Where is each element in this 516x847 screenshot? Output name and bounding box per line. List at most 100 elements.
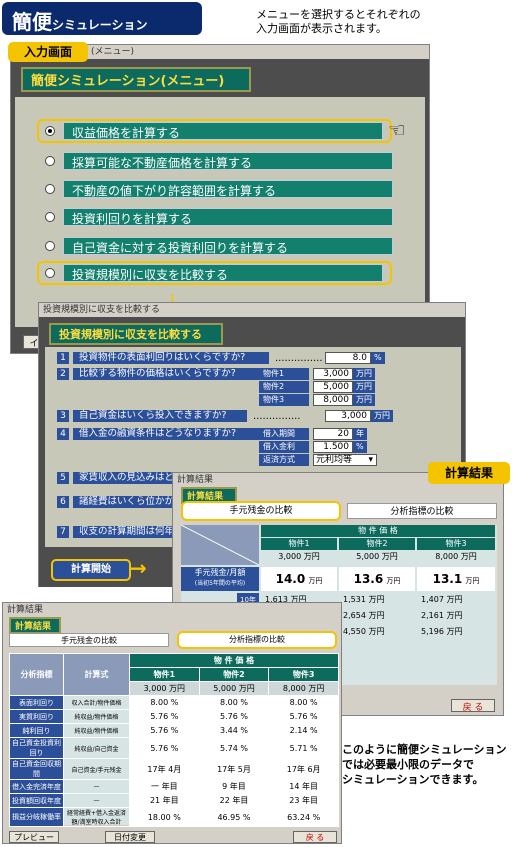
row-label: 表面利回り [9,695,64,710]
note-line: では必要最小限のデータで [342,758,474,771]
price: 5,000 万円 [356,552,398,561]
cell: 8.00 % [198,695,270,710]
question-1: 1 投資物件の表面利回りはいくらですか? …………… 8.0% [57,351,385,365]
cell: 23 年目 [268,793,339,808]
date-change-button[interactable]: 日付変更 [105,831,155,843]
unit: 万円 [308,577,323,585]
cell: 18.00 % [129,807,200,827]
menu-item-price-drop[interactable]: 不動産の値下がり許容範囲を計算する [45,179,393,199]
row-formula: 純収益/物件価格 [63,709,130,724]
table-row: 借入金完済年度 — 一 年目 9 年目 14 年目 [9,779,339,794]
tab-index-compare[interactable]: 分析指標の比較 [177,631,337,649]
label: 物件3 [259,394,309,406]
radio-selected-icon[interactable] [45,126,55,136]
row-label: 純利回り [9,723,64,738]
back-button[interactable]: 戻 る [451,699,495,713]
equity-input[interactable]: 3,000 [325,410,371,422]
result-front-titlebar: 計算結果 [3,603,341,617]
menu-item-label: 採算可能な不動産価格を計算する [63,152,393,170]
menu-item-compare-scale[interactable]: 投資規模別に収支を比較する [37,261,392,285]
header-title-small: シミュレーション [52,18,148,32]
cell: 17年 6月 [268,758,339,780]
footer-note: このように簡便シミュレーション では必要最小限のデータで シミュレーションできます。 [342,742,514,787]
menu-item-income-price[interactable]: 収益価格を計算する [37,119,392,143]
table-row: 純利回り 純収益/物件価格 5.76 % 3.44 % 2.14 % [9,723,339,738]
table-row: 実質利回り 純収益/物件価格 5.76 % 5.76 % 5.76 % [9,709,339,724]
q-num: 6 [57,496,69,508]
arrow-right-icon: → [130,556,147,580]
menu-item-label: 投資利回りを計算する [63,208,393,226]
price: 3,000 万円 [278,552,320,561]
table-row: 表面利回り 収入合計/物件価格 8.00 % 8.00 % 8.00 % [9,695,339,710]
radio-icon[interactable] [45,184,55,194]
index-table: 分析指標 計算式物 件 価 格物件1 物件2 物件3 3,000 万円 5,000 万円 8… [9,653,339,827]
price-input[interactable]: 5,000 [313,381,353,393]
q4-row: 借入金利 1.500% [259,440,367,454]
tab-cash-compare[interactable]: 手元残金の比較 [181,501,341,521]
yield-input[interactable]: 8.0 [325,352,371,364]
cell: 8.00 % [268,695,339,710]
repayment-select[interactable]: 元利均等 ▾ [313,454,377,466]
unit: 万円 [353,368,375,380]
radio-icon[interactable] [45,268,55,278]
preview-button[interactable]: プレビュー [9,831,59,843]
back-button[interactable]: 戻 る [293,831,337,843]
question-6: 6 諸経費はいくら位かか [57,495,183,509]
menu-item-label: 収益価格を計算する [63,122,383,140]
table-row: 自己資金投資利回り 純収益/自己資金 5.76 % 5.74 % 5.71 % [9,737,339,759]
menu-item-viable-price[interactable]: 採算可能な不動産価格を計算する [45,151,393,171]
tab-cash-compare[interactable]: 手元残金の比較 [9,633,169,647]
col-head: 物件1 [129,667,200,682]
header-title-big: 簡便 [12,10,52,34]
interest-input[interactable]: 1.500 [313,441,353,453]
cell: 1,407 万円 [421,595,463,604]
dots: …………… [275,352,323,364]
row-label: 実質利回り [9,709,64,724]
calc-result-tag: 計算結果 [428,462,510,484]
chevron-down-icon[interactable]: ▾ [368,455,373,465]
radio-icon[interactable] [45,212,55,222]
q-num: 3 [57,410,69,422]
label: 返済方式 [259,454,309,466]
unit: 万円 [353,381,375,393]
tab-index-compare[interactable]: 分析指標の比較 [347,503,497,519]
question-4: 4 借入金の融資条件はどうなりますか? [57,427,269,441]
radio-icon[interactable] [45,241,55,251]
unit: 万円 [465,577,480,585]
menu-item-equity-yield[interactable]: 自己資金に対する投資利回りを計算する [45,236,393,256]
input-screen-tag: 入力画面 [8,42,88,62]
unit: % [371,352,385,364]
price: 5,000 万円 [198,681,270,696]
row-label: 損益分岐稼働率 [9,807,64,827]
col-head: 物件1 [261,538,337,550]
cell: 8.00 % [129,695,200,710]
description: メニューを選択するとそれぞれの 入力画面が表示されます。 [256,8,496,36]
cell: 一 年目 [129,779,200,794]
q-text: 諸経費はいくら位かか [73,496,183,508]
menu-item-label: 投資規模別に収支を比較する [63,264,383,282]
cell: 5.76 % [129,723,200,738]
loan-term-input[interactable]: 20 [313,428,353,440]
price-input[interactable]: 8,000 [313,394,353,406]
menu-item-yield[interactable]: 投資利回りを計算する [45,207,393,227]
unit: 万円 [371,410,393,422]
row-value: 14.0 万円 [261,567,337,591]
q-num: 7 [57,526,69,538]
row-label-text: 手元残金/月額 [194,568,246,577]
cell: 9 年目 [198,779,270,794]
repayment-value: 元利均等 [316,455,353,465]
menu-list: 収益価格を計算する 採算可能な不動産価格を計算する 不動産の値下がり許容範囲を計… [15,97,425,327]
cell: 63.24 % [268,807,339,827]
price-input[interactable]: 3,000 [313,368,353,380]
head-index: 分析指標 [9,653,64,696]
cell: 5.76 % [129,709,200,724]
radio-icon[interactable] [45,156,55,166]
start-calc-button[interactable]: 計算開始 [51,559,131,581]
menu-item-label: 自己資金に対する投資利回りを計算する [63,237,393,255]
label: 借入金利 [259,441,309,453]
row-formula: 収入合計/物件価格 [63,695,130,710]
q-text: 比較する物件の価格はいくらですか? [73,368,269,380]
cell: 4,550 万円 [343,627,385,636]
row-label: 投資額回収年度 [9,793,64,808]
q-text: 借入金の融資条件はどうなりますか? [73,428,269,440]
